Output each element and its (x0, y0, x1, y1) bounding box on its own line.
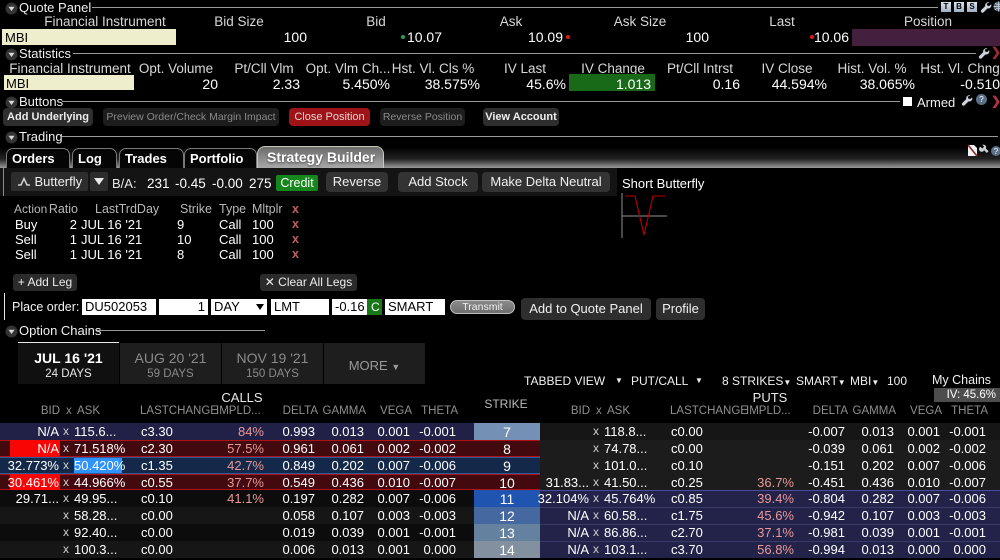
svg-text:?: ? (994, 147, 999, 156)
